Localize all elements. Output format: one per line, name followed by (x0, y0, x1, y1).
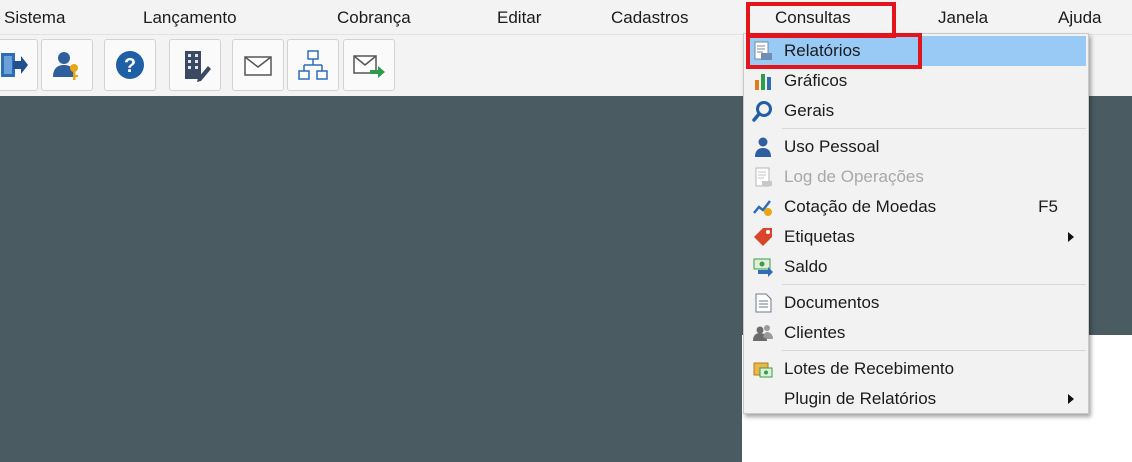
menu-item-label: Documentos (784, 293, 880, 312)
org-chart-icon (298, 50, 328, 80)
envelope-icon (244, 56, 272, 76)
menu-item-label: Cotação de Moedas (784, 197, 937, 216)
menu-janela[interactable]: Janela (938, 0, 988, 34)
menu-item-label: Saldo (784, 257, 828, 276)
document-icon (755, 293, 772, 313)
help-icon: ? (116, 51, 144, 79)
menu-cobranca[interactable]: Cobrança (337, 0, 411, 34)
menu-item-uso-pessoal[interactable]: Uso Pessoal (746, 132, 1086, 162)
menu-ajuda[interactable]: Ajuda (1058, 0, 1101, 34)
log-document-icon (755, 167, 772, 187)
exit-button[interactable] (0, 39, 38, 91)
submenu-arrow-icon (1068, 232, 1074, 242)
balance-icon (753, 258, 773, 277)
consultas-dropdown: Relatórios Gráficos Gerais Uso Pessoal L… (743, 33, 1089, 414)
clients-icon (753, 325, 773, 341)
receipt-batch-icon (753, 362, 773, 378)
report-icon (754, 41, 772, 60)
org-chart-button[interactable] (287, 39, 339, 91)
menu-item-label: Lotes de Recebimento (784, 359, 955, 378)
menu-item-label: Gráficos (784, 71, 848, 90)
tag-icon (754, 228, 772, 246)
menu-item-label: Clientes (784, 323, 846, 342)
menu-item-documentos[interactable]: Documentos (746, 288, 1086, 318)
magnifier-icon (752, 101, 772, 122)
menu-item-label: Uso Pessoal (784, 137, 880, 156)
send-mail-button[interactable] (343, 39, 395, 91)
menu-item-label: Log de Operações (784, 167, 924, 186)
bar-chart-icon (755, 74, 771, 90)
exit-icon (1, 53, 28, 77)
menu-item-label: Etiquetas (784, 227, 855, 246)
menu-item-log-operacoes[interactable]: Log de Operações (746, 162, 1086, 192)
menu-item-label: Relatórios (784, 41, 861, 60)
menu-item-cotacao-moedas[interactable]: Cotação de Moedas F5 (746, 192, 1086, 222)
menu-separator (782, 284, 1086, 285)
envelope-button[interactable] (232, 39, 284, 91)
menu-item-graficos[interactable]: Gráficos (746, 66, 1086, 96)
building-edit-button[interactable] (169, 39, 221, 91)
help-button[interactable]: ? (104, 39, 156, 91)
menu-cadastros[interactable]: Cadastros (611, 0, 688, 34)
user-key-button[interactable] (41, 39, 93, 91)
currency-chart-icon (753, 200, 772, 216)
menu-lancamento[interactable]: Lançamento (143, 0, 237, 34)
menu-consultas[interactable]: Consultas (775, 0, 851, 34)
menu-separator (782, 128, 1086, 129)
submenu-arrow-icon (1068, 394, 1074, 404)
building-edit-icon (185, 51, 211, 82)
svg-text:?: ? (124, 55, 136, 77)
menu-item-label: Plugin de Relatórios (784, 389, 937, 408)
send-mail-icon (353, 55, 385, 78)
menu-item-gerais[interactable]: Gerais (746, 96, 1086, 126)
menu-editar[interactable]: Editar (497, 0, 541, 34)
menu-item-relatorios[interactable]: Relatórios (746, 36, 1086, 66)
menu-bar: Sistema Lançamento Cobrança Editar Cadas… (0, 0, 1132, 35)
menu-item-plugin-relatorios[interactable]: Plugin de Relatórios (746, 384, 1086, 414)
menu-sistema[interactable]: Sistema (4, 0, 65, 34)
menu-item-lotes-recebimento[interactable]: Lotes de Recebimento (746, 354, 1086, 384)
menu-item-clientes[interactable]: Clientes (746, 318, 1086, 348)
person-icon (755, 137, 771, 157)
menu-item-etiquetas[interactable]: Etiquetas (746, 222, 1086, 252)
menu-separator (782, 350, 1086, 351)
menu-item-label: Gerais (784, 101, 835, 120)
shortcut-label: F5 (1038, 197, 1058, 216)
menu-item-saldo[interactable]: Saldo (746, 252, 1086, 282)
user-key-icon (53, 52, 78, 80)
